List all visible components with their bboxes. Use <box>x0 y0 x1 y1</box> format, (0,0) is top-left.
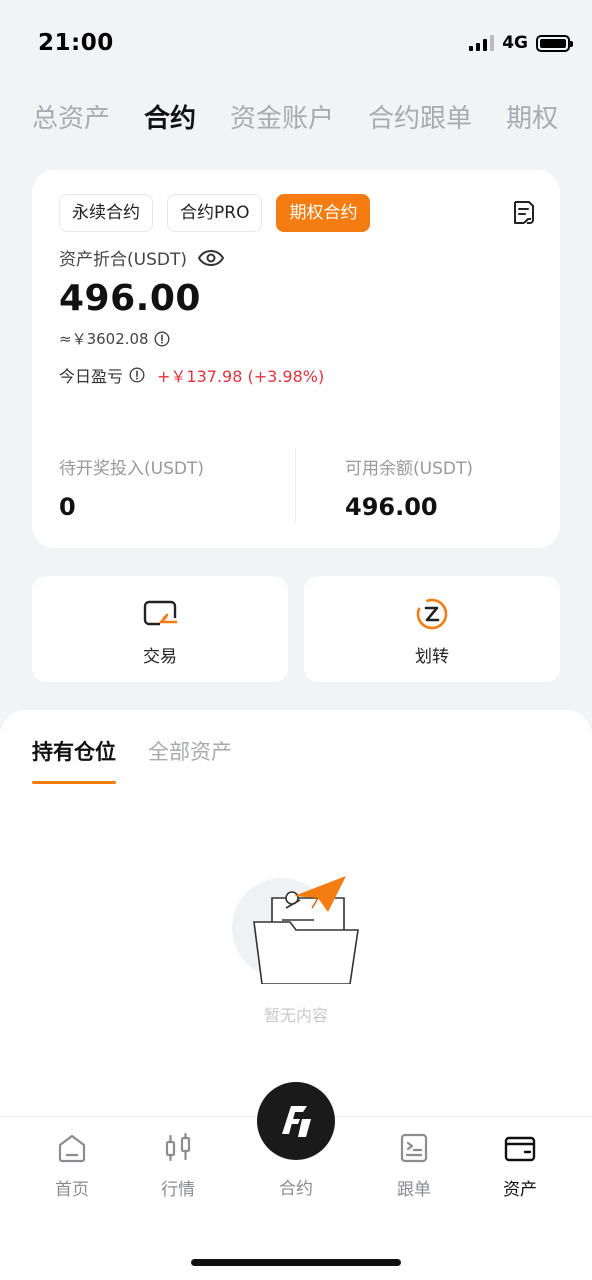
positions-panel: 持有仓位 全部资产 暂无内容 <box>0 710 592 1130</box>
tabbar-market[interactable]: 行情 <box>133 1131 223 1200</box>
record-document-icon[interactable] <box>512 200 536 226</box>
tabbar-contract-center-button[interactable] <box>257 1082 335 1160</box>
candlestick-icon <box>165 1132 191 1162</box>
empty-state-text: 暂无内容 <box>263 1006 328 1025</box>
asset-label-row: 资产折合(USDT) <box>59 245 225 270</box>
pnl-label: 今日盈亏 <box>59 367 124 386</box>
pnl-value: +￥137.98 (+3.98%) <box>157 367 325 386</box>
eye-icon[interactable] <box>197 249 225 267</box>
status-time: 21:00 <box>38 30 114 56</box>
stat-available-balance: 可用余额(USDT) 496.00 <box>345 454 473 521</box>
signal-icon <box>469 35 495 51</box>
chip-options-contract[interactable]: 期权合约 <box>276 194 371 232</box>
trade-label: 交易 <box>143 647 177 667</box>
tab-holding-positions[interactable]: 持有仓位 <box>32 736 116 784</box>
tabbar-contract-label[interactable]: 合约 <box>246 1174 346 1199</box>
tabbar-assets[interactable]: 资产 <box>475 1131 565 1200</box>
stat-label: 待开奖投入(USDT) <box>59 459 204 479</box>
cny-value: ≈￥3602.08 <box>59 330 149 348</box>
tab-label: 行情 <box>161 1180 195 1200</box>
tabbar-home[interactable]: 首页 <box>27 1131 117 1200</box>
cny-row: ≈￥3602.08 <box>59 328 170 349</box>
trade-button[interactable]: 交易 <box>32 576 288 682</box>
tab-options[interactable]: 期权 <box>506 98 558 135</box>
stat-divider <box>295 448 296 524</box>
top-tabs: 总资产 合约 资金账户 合约跟单 期权 <box>32 98 558 135</box>
contract-type-chips: 永续合约 合约PRO 期权合约 <box>59 194 371 232</box>
tab-label: 跟单 <box>397 1180 431 1200</box>
chip-perpetual[interactable]: 永续合约 <box>59 194 153 232</box>
tabbar-copy-trade[interactable]: 跟单 <box>369 1131 459 1200</box>
stat-label: 可用余额(USDT) <box>345 459 473 479</box>
transfer-label: 划转 <box>415 647 449 667</box>
transfer-button[interactable]: 划转 <box>304 576 560 682</box>
home-icon <box>58 1134 86 1163</box>
tab-all-assets[interactable]: 全部资产 <box>148 736 232 766</box>
stat-value: 0 <box>59 493 76 521</box>
tab-funding-account[interactable]: 资金账户 <box>230 98 334 135</box>
tab-contract-copy[interactable]: 合约跟单 <box>368 98 472 135</box>
network-type: 4G <box>502 33 528 53</box>
stat-pending-investment: 待开奖投入(USDT) 0 <box>59 454 204 521</box>
home-indicator[interactable] <box>191 1259 401 1266</box>
stat-value: 496.00 <box>345 493 438 521</box>
asset-card: 永续合约 合约PRO 期权合约 资产折合(USDT) 496.00 ≈￥3602… <box>32 170 560 548</box>
asset-value: 496.00 <box>59 278 201 319</box>
asset-label: 资产折合(USDT) <box>59 250 187 270</box>
tab-label: 首页 <box>55 1180 89 1200</box>
empty-state-illustration <box>232 876 359 984</box>
copy-trade-icon <box>400 1133 428 1163</box>
tab-contract[interactable]: 合约 <box>144 98 196 135</box>
trade-icon <box>143 600 178 626</box>
tab-total-assets[interactable]: 总资产 <box>32 98 110 135</box>
info-icon[interactable] <box>129 367 145 383</box>
info-icon[interactable] <box>154 330 170 347</box>
contract-logo-icon <box>282 1106 311 1137</box>
battery-icon <box>536 34 573 52</box>
status-bar: 21:00 4G <box>0 0 592 88</box>
status-indicators: 4G <box>469 33 573 53</box>
wallet-icon <box>504 1136 536 1162</box>
pnl-row: 今日盈亏 +￥137.98 (+3.98%) <box>59 363 324 387</box>
panel-tabs: 持有仓位 全部资产 <box>32 736 232 784</box>
transfer-icon <box>416 598 448 630</box>
tab-label: 资产 <box>503 1180 537 1200</box>
chip-contract-pro[interactable]: 合约PRO <box>167 194 263 232</box>
